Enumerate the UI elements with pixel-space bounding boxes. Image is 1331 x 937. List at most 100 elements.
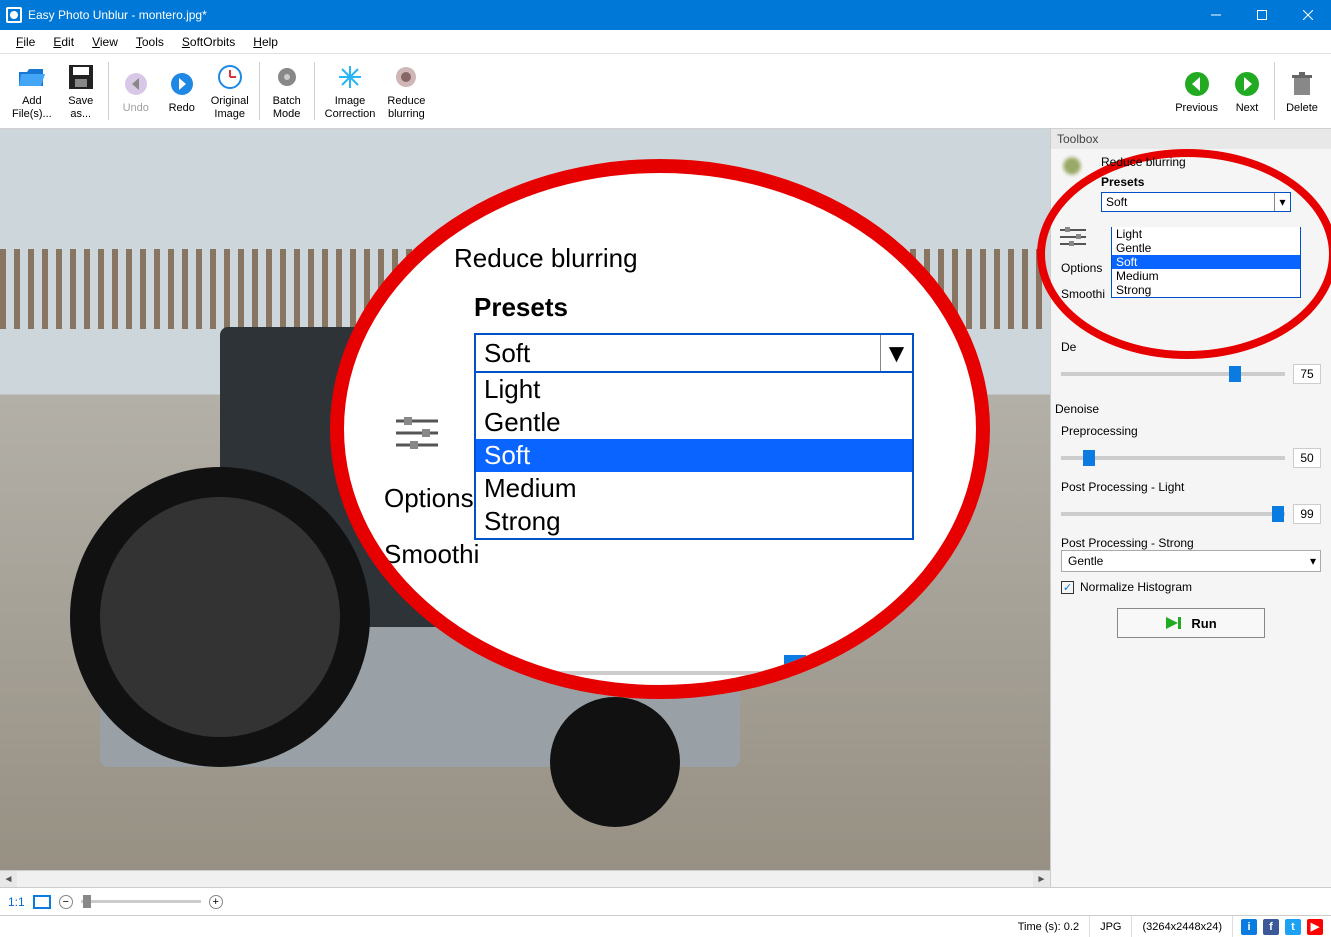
- overlay-preset-select[interactable]: Soft ▼: [474, 333, 914, 373]
- zoom-in-button[interactable]: +: [209, 895, 223, 909]
- redo-icon: [166, 68, 198, 100]
- horizontal-scrollbar[interactable]: ◄ ►: [0, 870, 1050, 887]
- sliders-icon: [394, 413, 440, 453]
- scroll-right-icon[interactable]: ►: [1033, 871, 1050, 888]
- scroll-left-icon[interactable]: ◄: [0, 871, 17, 888]
- separator: [314, 62, 315, 120]
- pp-strong-select[interactable]: Gentle ▾: [1061, 550, 1321, 572]
- preset-option-light[interactable]: Light: [1112, 227, 1300, 241]
- overlay-option-strong[interactable]: Strong: [476, 505, 912, 538]
- pp-strong-value: Gentle: [1068, 554, 1103, 568]
- close-button[interactable]: [1285, 0, 1331, 30]
- facebook-icon[interactable]: f: [1263, 919, 1279, 935]
- menu-help[interactable]: Help: [245, 33, 286, 51]
- twitter-icon[interactable]: t: [1285, 919, 1301, 935]
- toolbox-title: Toolbox: [1051, 129, 1331, 149]
- youtube-icon[interactable]: ▶: [1307, 919, 1323, 935]
- preprocessing-value[interactable]: 50: [1293, 448, 1321, 468]
- label: Undo: [123, 102, 149, 115]
- preprocessing-label: Preprocessing: [1061, 424, 1321, 438]
- status-time: Time (s): 0.2: [1008, 916, 1090, 937]
- overlay-option-soft[interactable]: Soft: [476, 439, 912, 472]
- maximize-button[interactable]: [1239, 0, 1285, 30]
- label: Save as...: [68, 95, 93, 120]
- overlay-preset-value: Soft: [484, 338, 530, 369]
- redo-button[interactable]: Redo: [159, 56, 205, 126]
- original-image-button[interactable]: Original Image: [205, 56, 255, 126]
- menu-edit[interactable]: Edit: [45, 33, 82, 51]
- image-canvas[interactable]: Reduce blurring Presets Soft ▼ Options S…: [0, 129, 1051, 887]
- overlay-title: Reduce blurring: [454, 243, 946, 274]
- normalize-label: Normalize Histogram: [1080, 580, 1192, 594]
- titlebar: Easy Photo Unblur - montero.jpg*: [0, 0, 1331, 30]
- sliders-icon: [1059, 225, 1087, 249]
- separator: [108, 62, 109, 120]
- snowflake-icon: [334, 61, 366, 93]
- previous-button[interactable]: Previous: [1169, 56, 1224, 126]
- chevron-down-icon: ▾: [1274, 193, 1290, 211]
- overlay-options-label: Options: [384, 483, 474, 514]
- minimize-button[interactable]: [1193, 0, 1239, 30]
- social-links: i f t ▶: [1233, 919, 1331, 935]
- reduce-blurring-title: Reduce blurring: [1101, 155, 1186, 169]
- chevron-down-icon: ▼: [880, 335, 912, 371]
- pp-light-value[interactable]: 99: [1293, 504, 1321, 524]
- run-button[interactable]: Run: [1117, 608, 1265, 638]
- normalize-histogram-checkbox[interactable]: ✓ Normalize Histogram: [1061, 580, 1321, 594]
- undo-button[interactable]: Undo: [113, 56, 159, 126]
- overlay-slider-track: [484, 671, 884, 675]
- presets-dropdown-list[interactable]: Light Gentle Soft Medium Strong: [1111, 227, 1301, 298]
- preset-option-soft[interactable]: Soft: [1112, 255, 1300, 269]
- window-title: Easy Photo Unblur - montero.jpg*: [28, 8, 1193, 22]
- delete-button[interactable]: Delete: [1279, 56, 1325, 126]
- overlay-option-gentle[interactable]: Gentle: [476, 406, 912, 439]
- overlay-preset-dropdown[interactable]: Light Gentle Soft Medium Strong: [474, 373, 914, 540]
- menu-tools[interactable]: Tools: [128, 33, 172, 51]
- presets-select[interactable]: Soft ▾: [1101, 192, 1291, 212]
- image-correction-button[interactable]: Image Correction: [319, 56, 382, 126]
- overlay-option-light[interactable]: Light: [476, 373, 912, 406]
- save-as-button[interactable]: Save as...: [58, 56, 104, 126]
- menu-file[interactable]: File: [8, 33, 43, 51]
- zoom-slider[interactable]: [81, 900, 201, 903]
- app-icon: [6, 7, 22, 23]
- preset-option-gentle[interactable]: Gentle: [1112, 241, 1300, 255]
- status-dimensions: (3264x2448x24): [1132, 916, 1233, 937]
- batch-mode-button[interactable]: Batch Mode: [264, 56, 310, 126]
- add-files-button[interactable]: Add File(s)...: [6, 56, 58, 126]
- blur-icon: [390, 61, 422, 93]
- toolbar: Add File(s)... Save as... Undo Redo Orig…: [0, 54, 1331, 129]
- overlay-option-medium[interactable]: Medium: [476, 472, 912, 505]
- chevron-down-icon: ▾: [1310, 554, 1316, 568]
- status-bar: Time (s): 0.2 JPG (3264x2448x24) i f t ▶: [0, 915, 1331, 937]
- clock-image-icon: [214, 61, 246, 93]
- detail-slider[interactable]: [1061, 372, 1285, 376]
- fit-to-window-icon[interactable]: [33, 895, 51, 909]
- reduce-blurring-button[interactable]: Reduce blurring: [381, 56, 431, 126]
- preset-option-medium[interactable]: Medium: [1112, 269, 1300, 283]
- toolbox-panel: Toolbox Reduce blurring Presets Soft ▾ L…: [1051, 129, 1331, 887]
- overlay-smoothing-label: Smoothi: [384, 539, 479, 570]
- zoom-ratio[interactable]: 1:1: [8, 895, 25, 909]
- blur-icon: [1061, 155, 1083, 177]
- status-format: JPG: [1090, 916, 1132, 937]
- info-icon[interactable]: i: [1241, 919, 1257, 935]
- play-icon: [1165, 616, 1181, 630]
- label: Reduce blurring: [387, 95, 425, 120]
- pp-light-slider[interactable]: [1061, 512, 1285, 516]
- detail-value[interactable]: 75: [1293, 364, 1321, 384]
- arrow-left-icon: [1181, 68, 1213, 100]
- menu-view[interactable]: View: [84, 33, 126, 51]
- window-controls: [1193, 0, 1331, 30]
- next-button[interactable]: Next: [1224, 56, 1270, 126]
- menu-softorbits[interactable]: SoftOrbits: [174, 33, 243, 51]
- checkbox-icon: ✓: [1061, 581, 1074, 594]
- label: Original Image: [211, 95, 249, 120]
- zoom-out-button[interactable]: −: [59, 895, 73, 909]
- label: Add File(s)...: [12, 95, 52, 120]
- preset-option-strong[interactable]: Strong: [1112, 283, 1300, 297]
- smoothing-label: Smoothi: [1061, 287, 1105, 301]
- preprocessing-slider[interactable]: [1061, 456, 1285, 460]
- denoise-title: Denoise: [1055, 402, 1321, 416]
- label: Image Correction: [325, 95, 376, 120]
